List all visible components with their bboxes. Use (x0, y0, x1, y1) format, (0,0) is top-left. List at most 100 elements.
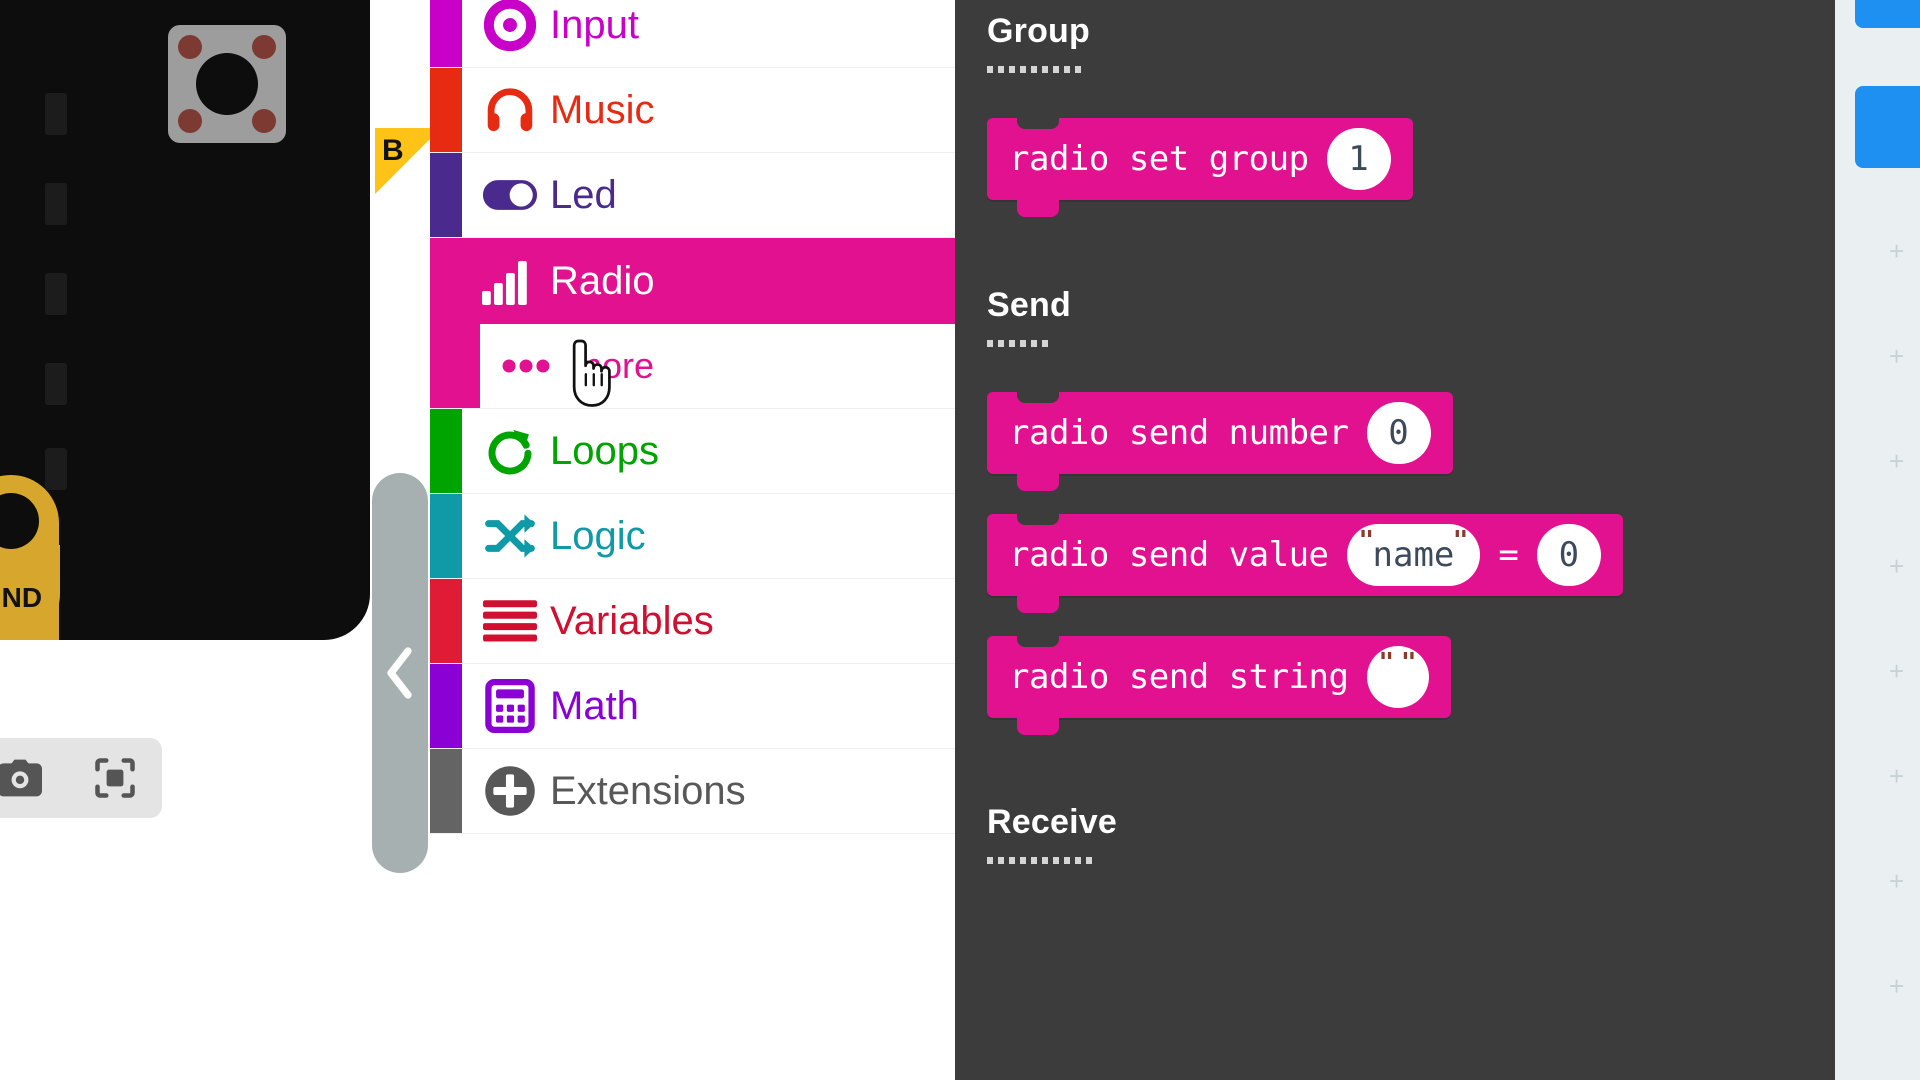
led-dot (45, 183, 67, 225)
button-b-center[interactable] (196, 53, 258, 115)
grid-cross: + (1889, 551, 1905, 581)
led-dot (45, 93, 67, 135)
category-stripe (430, 409, 462, 493)
grid-cross: + (1889, 236, 1905, 266)
quote-open-icon: " (1358, 526, 1375, 556)
send-value-name-text: name (1372, 535, 1455, 575)
radio-set-group-block[interactable]: radio set group 1 (987, 117, 1413, 217)
toolbox-category-label: Variables (550, 598, 714, 643)
toolbox-category-label: Music (550, 87, 655, 132)
category-stripe (430, 324, 480, 408)
toolbox-category-loops[interactable]: Loops (430, 409, 955, 494)
quote-close-icon: " (1400, 648, 1417, 678)
send-value-name-field[interactable]: " name " (1346, 524, 1481, 586)
toolbox-category-radio[interactable]: Radio (430, 238, 955, 324)
toolbox-category-label: Extensions (550, 768, 746, 813)
toolbox-category-radio-more[interactable]: more (430, 324, 955, 409)
plus-circle-icon (482, 763, 538, 819)
fullscreen-icon (94, 758, 135, 798)
simulator-toolbar (0, 738, 162, 818)
input-icon (482, 0, 538, 53)
section-divider (987, 66, 1081, 73)
toolbox-category-music[interactable]: Music (430, 68, 955, 153)
collapse-simulator-handle[interactable] (372, 473, 428, 873)
category-stripe (430, 664, 462, 748)
headphones-icon (482, 82, 538, 138)
makecode-editor-root: B 3V (0, 0, 1920, 1080)
grid-cross: + (1889, 761, 1905, 791)
pin-hole (0, 493, 39, 549)
loop-arrow-icon (482, 423, 538, 479)
microbit-board: B 3V (0, 0, 430, 640)
toolbox-category-label: Logic (550, 513, 646, 558)
section-divider (987, 340, 1053, 347)
toolbox-category-led[interactable]: Led (430, 153, 955, 238)
toolbox-category-label: Led (550, 172, 617, 217)
toolbox-category-input[interactable]: Input (430, 0, 955, 68)
toolbox-category-math[interactable]: Math (430, 664, 955, 749)
flyout-section-heading: Group (987, 12, 1090, 50)
toolbox-category-label: Input (550, 2, 639, 47)
screw-icon (178, 35, 202, 59)
radio-send-string-block[interactable]: radio send string " " (987, 635, 1451, 735)
send-string-field[interactable]: " " (1366, 646, 1429, 708)
fullscreen-button[interactable] (87, 750, 143, 806)
block-tab (1017, 199, 1059, 217)
block-text: radio send number (1009, 413, 1349, 453)
toolbox-flyout: Group radio set group 1 Send radio send … (955, 0, 1835, 1080)
toolbox-category-label: more (572, 345, 655, 386)
block-notch (1017, 635, 1059, 647)
grid-cross: + (1889, 971, 1905, 1001)
pin-gnd[interactable]: GND (0, 475, 59, 640)
block-notch (1017, 513, 1059, 525)
simulator-panel: B 3V (0, 0, 430, 1080)
lines-icon (482, 593, 538, 649)
block-text: radio send string (1009, 657, 1349, 697)
category-stripe (430, 153, 462, 237)
grid-cross: + (1889, 656, 1905, 686)
category-stripe (430, 238, 462, 324)
flyout-section-heading: Send (987, 286, 1071, 324)
toolbox-category-label: Loops (550, 428, 659, 473)
workspace-block[interactable] (1855, 86, 1920, 168)
shuffle-icon (482, 508, 538, 564)
edge-connector-pins: 3V GND (0, 470, 60, 640)
led-dot (45, 363, 67, 405)
group-number-field[interactable]: 1 (1326, 128, 1391, 190)
category-stripe (430, 0, 462, 67)
category-stripe (430, 579, 462, 663)
screenshot-button[interactable] (0, 750, 48, 806)
toolbox-category-label: Math (550, 683, 639, 728)
radio-send-value-block[interactable]: radio send value " name " = 0 (987, 513, 1623, 613)
signal-bars-icon (482, 253, 538, 309)
grid-cross: + (1889, 446, 1905, 476)
toolbox-category-extensions[interactable]: Extensions (430, 749, 955, 834)
block-tab (1017, 473, 1059, 491)
blocks-workspace[interactable]: + + + + + + + + (1835, 0, 1920, 1080)
grid-cross: + (1889, 341, 1905, 371)
toolbox-category-logic[interactable]: Logic (430, 494, 955, 579)
category-stripe (430, 494, 462, 578)
send-number-field[interactable]: 0 (1366, 402, 1431, 464)
led-dot (45, 273, 67, 315)
send-value-number-field[interactable]: 0 (1536, 524, 1601, 586)
block-text: radio send value (1009, 535, 1329, 575)
toolbox-category-label: Radio (550, 258, 655, 303)
workspace-block[interactable] (1855, 0, 1920, 28)
quote-open-icon: " (1378, 648, 1395, 678)
flyout-section-heading: Receive (987, 803, 1117, 841)
led-toggle-icon (482, 167, 538, 223)
toolbox-category-list: Basic Input Music (430, 0, 955, 1080)
equals-sign: = (1498, 535, 1519, 575)
screw-icon (252, 35, 276, 59)
toolbox-category-variables[interactable]: Variables (430, 579, 955, 664)
block-tab (1017, 717, 1059, 735)
radio-send-number-block[interactable]: radio send number 0 (987, 391, 1453, 491)
button-b[interactable] (168, 25, 286, 143)
category-stripe (430, 68, 462, 152)
block-tab (1017, 595, 1059, 613)
chevron-left-icon (387, 647, 412, 699)
section-divider (987, 857, 1097, 864)
category-stripe (430, 749, 462, 833)
calculator-icon (482, 678, 538, 734)
